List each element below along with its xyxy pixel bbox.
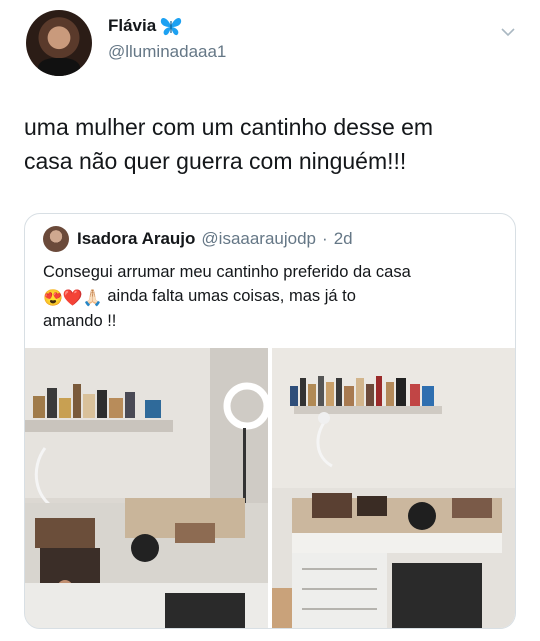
- tweet-text-line2: casa não quer guerra com ninguém!!!: [24, 148, 407, 174]
- quoted-author-avatar: [43, 226, 69, 252]
- quoted-separator: ·: [322, 229, 328, 248]
- quoted-tweet-header: Isadora Araujo @isaaaraujodp · 2d: [77, 229, 353, 249]
- quoted-author-handle: @isaaaraujodp: [201, 229, 317, 248]
- quoted-timestamp: 2d: [333, 229, 353, 248]
- author-name[interactable]: Flávia: [108, 16, 156, 36]
- tweet-text-line1: uma mulher com um cantinho desse em: [24, 114, 434, 140]
- author-name-row[interactable]: Flávia: [108, 16, 182, 36]
- quoted-text-line2: ainda falta umas coisas, mas já to: [102, 287, 356, 305]
- butterfly-icon: [160, 16, 182, 36]
- chevron-down-icon[interactable]: [500, 24, 516, 40]
- tweet-text: uma mulher com um cantinho desse em casa…: [24, 110, 514, 178]
- quoted-photo-1[interactable]: [25, 348, 268, 628]
- author-avatar[interactable]: [26, 10, 92, 76]
- quoted-photo-2[interactable]: [272, 348, 515, 628]
- quoted-tweet-text: Consegui arrumar meu cantinho preferido …: [43, 260, 503, 333]
- quoted-text-line3: amando !!: [43, 312, 117, 330]
- quoted-author-name: Isadora Araujo: [77, 229, 196, 248]
- author-handle[interactable]: @lluminadaaa1: [108, 42, 226, 62]
- quoted-emojis: 😍❤️🙏🏻: [43, 290, 103, 307]
- quoted-tweet[interactable]: Isadora Araujo @isaaaraujodp · 2d Conseg…: [24, 213, 516, 629]
- quoted-text-line1: Consegui arrumar meu cantinho preferido …: [43, 263, 411, 281]
